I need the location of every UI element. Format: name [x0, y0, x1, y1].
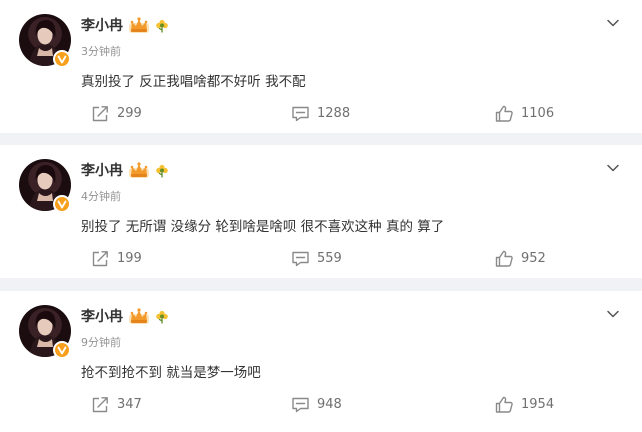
- post-time[interactable]: 9分钟前: [81, 335, 121, 351]
- thumbs-up-icon: [495, 105, 513, 122]
- author-name[interactable]: 李小冉: [81, 161, 123, 181]
- share-count: 199: [117, 251, 142, 266]
- comment-count: 559: [317, 251, 342, 266]
- like-count: 1954: [521, 397, 555, 412]
- thumbs-up-icon: [495, 250, 513, 267]
- post-card: 李小冉 4分钟前 别投了 无所谓 没缘分 轮到啥是啥呗 很不喜欢这种 真的 算了: [0, 145, 642, 278]
- like-count: 1106: [521, 106, 555, 121]
- comment-count: 948: [317, 397, 342, 412]
- like-count: 952: [521, 251, 546, 266]
- share-icon: [92, 251, 108, 267]
- share-icon: [92, 397, 108, 413]
- share-icon: [92, 106, 108, 122]
- crown-icon[interactable]: [128, 16, 150, 34]
- comment-icon: [292, 397, 309, 413]
- crown-icon[interactable]: [128, 307, 150, 325]
- flower-badge-icon[interactable]: [155, 164, 169, 178]
- comment-count: 1288: [317, 106, 351, 121]
- verified-badge-icon: [53, 195, 71, 213]
- post-text: 别投了 无所谓 没缘分 轮到啥是啥呗 很不喜欢这种 真的 算了: [81, 219, 445, 235]
- thumbs-up-icon: [495, 396, 513, 413]
- comment-button[interactable]: 948: [291, 395, 342, 415]
- like-button[interactable]: 1954: [495, 395, 554, 415]
- post-text: 真别投了 反正我唱啥都不好听 我不配: [81, 74, 306, 90]
- comment-icon: [292, 251, 309, 267]
- share-count: 299: [117, 106, 142, 121]
- comment-button[interactable]: 559: [291, 249, 342, 269]
- comment-button[interactable]: 1288: [291, 104, 350, 124]
- like-button[interactable]: 952: [495, 249, 546, 269]
- flower-badge-icon[interactable]: [155, 310, 169, 324]
- share-button[interactable]: 199: [91, 249, 142, 269]
- share-button[interactable]: 299: [91, 104, 142, 124]
- chevron-down-icon[interactable]: [606, 16, 620, 30]
- post-card: 李小冉 9分钟前 抢不到抢不到 就当是梦一场吧 347 948 1954: [0, 291, 642, 432]
- share-button[interactable]: 347: [91, 395, 142, 415]
- post-time[interactable]: 4分钟前: [81, 189, 121, 205]
- author-name[interactable]: 李小冉: [81, 307, 123, 327]
- crown-icon[interactable]: [128, 161, 150, 179]
- chevron-down-icon[interactable]: [606, 161, 620, 175]
- author-name[interactable]: 李小冉: [81, 16, 123, 36]
- post-card: 李小冉 3分钟前 真别投了 反正我唱啥都不好听 我不配 299 1288 110…: [0, 0, 642, 133]
- verified-badge-icon: [53, 341, 71, 359]
- comment-icon: [292, 106, 309, 122]
- chevron-down-icon[interactable]: [606, 307, 620, 321]
- post-time[interactable]: 3分钟前: [81, 44, 121, 60]
- verified-badge-icon: [53, 50, 71, 68]
- post-text: 抢不到抢不到 就当是梦一场吧: [81, 365, 261, 381]
- flower-badge-icon[interactable]: [155, 19, 169, 33]
- share-count: 347: [117, 397, 142, 412]
- like-button[interactable]: 1106: [495, 104, 554, 124]
